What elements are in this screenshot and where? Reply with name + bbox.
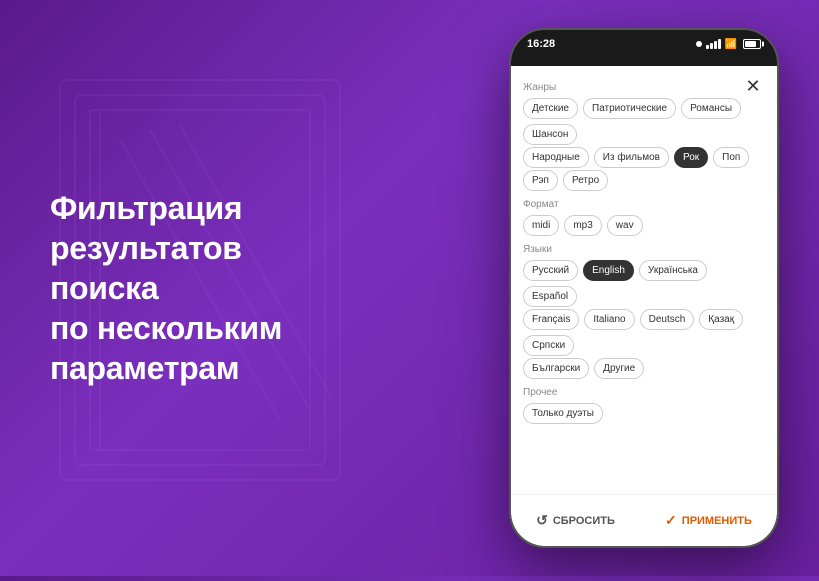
apply-icon: ✓ [665, 512, 677, 529]
tag-duets-only[interactable]: Только дуэты [523, 403, 603, 424]
tag-bulgarian[interactable]: Български [523, 358, 589, 379]
tag-patrioticheskie[interactable]: Патриотические [583, 98, 676, 119]
reset-label: СБРОСИТЬ [553, 515, 615, 527]
tag-shanson[interactable]: Шансон [523, 124, 577, 145]
status-bar: 16:28 📶 [511, 30, 777, 54]
tag-spanish[interactable]: Español [523, 286, 577, 307]
format-section: Формат midi mp3 wav [523, 199, 765, 236]
tag-russian[interactable]: Русский [523, 260, 578, 281]
tag-romansy[interactable]: Романсы [681, 98, 741, 119]
page-title: Фильтрация результатов поиска по несколь… [50, 188, 340, 388]
tag-italian[interactable]: Italiano [584, 309, 634, 330]
languages-tags-row3: Български Другие [523, 358, 765, 379]
phone-content: ✕ Жанры Детские Патриотические Романсы Ш… [511, 66, 777, 546]
reset-icon: ↺ [536, 512, 548, 529]
tag-serbian[interactable]: Српски [523, 335, 574, 356]
languages-label: Языки [523, 244, 765, 255]
format-label: Формат [523, 199, 765, 210]
phone-mockup: 16:28 📶 ✕ Жанры Детские [509, 28, 779, 548]
tag-kazakh[interactable]: Қазақ [699, 309, 743, 330]
tag-retro[interactable]: Ретро [563, 170, 608, 191]
tag-french[interactable]: Français [523, 309, 579, 330]
phone-wrapper: 16:28 📶 ✕ Жанры Детские [489, 0, 819, 578]
battery-icon [743, 39, 761, 49]
tag-german[interactable]: Deutsch [640, 309, 695, 330]
languages-tags-row2: Français Italiano Deutsch Қазақ Српски [523, 309, 765, 356]
apply-button[interactable]: ✓ ПРИМЕНИТЬ [665, 512, 752, 529]
languages-section: Языки Русский English Українська Español… [523, 244, 765, 379]
camera-dot [696, 41, 702, 47]
genres-tags-row1: Детские Патриотические Романсы Шансон [523, 98, 765, 145]
tag-wav[interactable]: wav [607, 215, 643, 236]
tag-midi[interactable]: midi [523, 215, 559, 236]
signal-icon [706, 39, 721, 49]
tag-narodnye[interactable]: Народные [523, 147, 589, 168]
status-icons: 📶 [696, 39, 761, 50]
tag-english[interactable]: English [583, 260, 634, 281]
status-time: 16:28 [527, 38, 555, 50]
tag-ukrainian[interactable]: Українська [639, 260, 707, 281]
close-button[interactable]: ✕ [741, 74, 765, 98]
format-tags-row: midi mp3 wav [523, 215, 765, 236]
tag-mp3[interactable]: mp3 [564, 215, 601, 236]
tag-detskie[interactable]: Детские [523, 98, 578, 119]
wifi-icon: 📶 [725, 39, 737, 50]
tag-rep[interactable]: Рэп [523, 170, 558, 191]
genres-tags-row2: Народные Из фильмов Рок Поп [523, 147, 765, 168]
reset-button[interactable]: ↺ СБРОСИТЬ [536, 512, 615, 529]
apply-label: ПРИМЕНИТЬ [682, 515, 752, 527]
other-tags-row: Только дуэты [523, 403, 765, 424]
bottom-action-bar: ↺ СБРОСИТЬ ✓ ПРИМЕНИТЬ [511, 494, 777, 546]
tag-iz-filmov[interactable]: Из фильмов [594, 147, 669, 168]
genres-section: Жанры Детские Патриотические Романсы Шан… [523, 82, 765, 191]
left-section: Фильтрация результатов поиска по несколь… [0, 148, 370, 428]
genres-label: Жанры [523, 82, 765, 93]
tag-other-lang[interactable]: Другие [594, 358, 644, 379]
languages-tags-row1: Русский English Українська Español [523, 260, 765, 307]
other-label: Прочее [523, 387, 765, 398]
tag-pop[interactable]: Поп [713, 147, 749, 168]
genres-tags-row3: Рэп Ретро [523, 170, 765, 191]
tag-rok[interactable]: Рок [674, 147, 708, 168]
other-section: Прочее Только дуэты [523, 387, 765, 424]
